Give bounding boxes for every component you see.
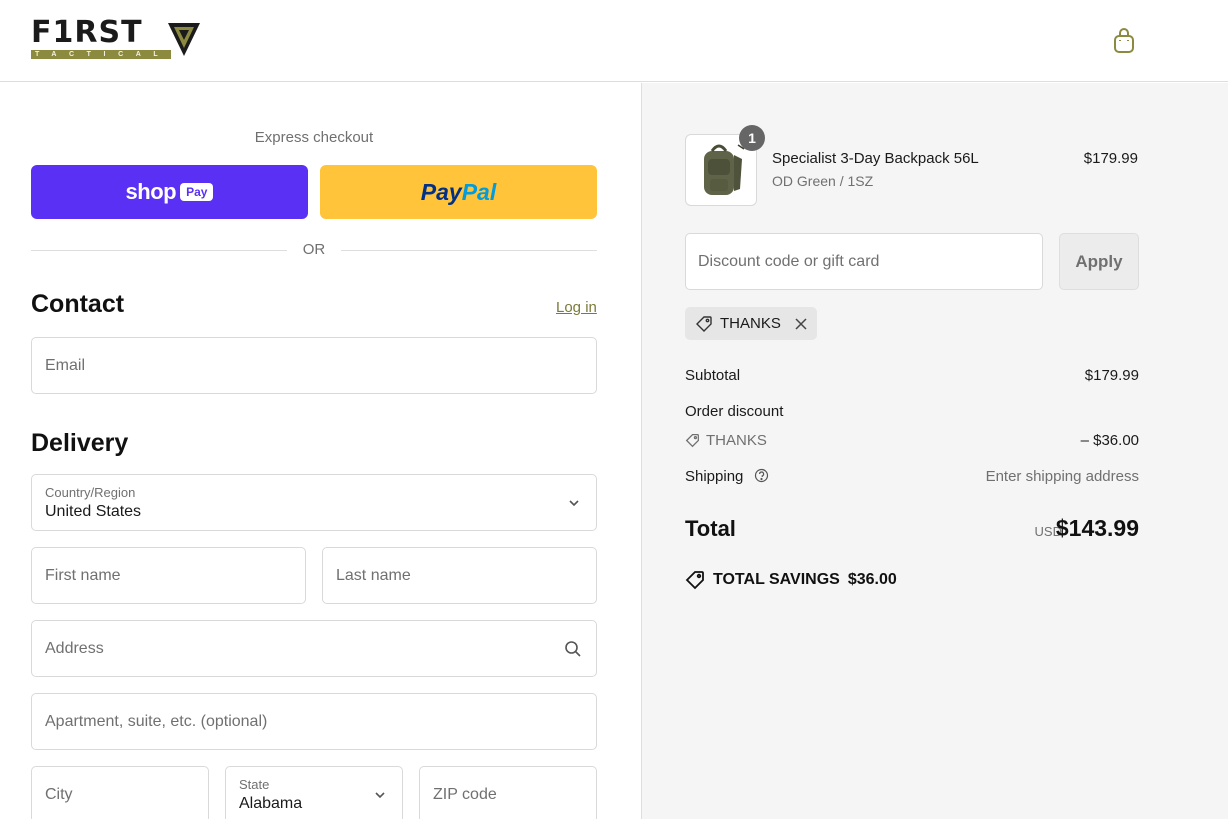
zip-field[interactable]: ZIP code bbox=[419, 766, 597, 819]
applied-discount-code: THANKS bbox=[720, 315, 781, 332]
tag-icon bbox=[696, 315, 712, 332]
paypal-word-pal: Pal bbox=[461, 178, 497, 205]
subtotal-label: Subtotal bbox=[685, 367, 741, 384]
discount-placeholder: Discount code or gift card bbox=[698, 252, 880, 270]
product-variant: OD Green / 1SZ bbox=[772, 173, 874, 189]
savings-tag-icon bbox=[685, 571, 704, 590]
tag-icon bbox=[685, 434, 699, 448]
total-savings: TOTAL SAVINGS $36.00 bbox=[685, 570, 897, 590]
remove-discount-icon[interactable] bbox=[794, 317, 808, 331]
product-price: $179.99 bbox=[1083, 150, 1138, 167]
shop-pay-word: shop bbox=[125, 179, 177, 204]
zip-placeholder: ZIP code bbox=[433, 785, 497, 803]
order-summary-pane: 1 Specialist 3-Day Backpack 56L OD Green… bbox=[641, 83, 1228, 819]
shop-pay-pill: Pay bbox=[180, 183, 214, 201]
logo-tagline: TACTICAL bbox=[35, 51, 171, 58]
last-name-field[interactable]: Last name bbox=[322, 547, 597, 604]
site-header: F1RST TACTICAL bbox=[0, 0, 1228, 82]
city-field[interactable]: City bbox=[31, 766, 209, 819]
total-label: Total bbox=[685, 516, 736, 541]
city-placeholder: City bbox=[45, 785, 73, 803]
savings-value: $36.00 bbox=[847, 571, 897, 588]
apply-discount-button[interactable]: Apply bbox=[1059, 233, 1139, 290]
email-field[interactable]: Email bbox=[31, 337, 597, 394]
country-value: United States bbox=[45, 503, 142, 520]
logo-wordmark: F1RST bbox=[31, 15, 143, 50]
address-placeholder: Address bbox=[45, 639, 104, 657]
email-placeholder: Email bbox=[45, 356, 86, 374]
first-name-field[interactable]: First name bbox=[31, 547, 306, 604]
state-value: Alabama bbox=[239, 795, 303, 812]
paypal-button[interactable]: Pay Pal bbox=[320, 165, 597, 219]
address-field[interactable]: Address bbox=[31, 620, 597, 677]
state-label: State bbox=[239, 777, 270, 792]
order-discount-label: Order discount bbox=[685, 403, 784, 420]
express-checkout-label: Express checkout bbox=[254, 129, 374, 146]
contact-heading: Contact bbox=[31, 290, 125, 318]
chevron-down-icon bbox=[375, 791, 385, 798]
country-select[interactable]: Country/Region United States bbox=[31, 474, 597, 531]
paypal-word-pay: Pay bbox=[420, 178, 462, 205]
country-label: Country/Region bbox=[45, 485, 136, 500]
brand-logo[interactable]: F1RST TACTICAL bbox=[31, 17, 203, 61]
chevron-down-icon bbox=[569, 499, 579, 506]
logo-emblem-icon bbox=[168, 23, 200, 56]
shipping-label: Shipping bbox=[685, 468, 744, 485]
state-select[interactable]: State Alabama bbox=[225, 766, 403, 819]
quantity-badge: 1 bbox=[739, 125, 765, 151]
login-link[interactable]: Log in bbox=[556, 299, 597, 316]
shipping-row-label: Shipping bbox=[685, 468, 769, 485]
search-icon[interactable] bbox=[564, 640, 582, 658]
or-divider-text: OR bbox=[302, 241, 326, 258]
apartment-field[interactable]: Apartment, suite, etc. (optional) bbox=[31, 693, 597, 750]
discount-code-input[interactable]: Discount code or gift card bbox=[685, 233, 1043, 290]
savings-label: TOTAL SAVINGS bbox=[713, 571, 840, 588]
order-discount-code: THANKS bbox=[685, 432, 767, 449]
or-divider-left bbox=[31, 250, 287, 251]
total-value: $143.99 bbox=[1055, 515, 1139, 541]
delivery-heading: Delivery bbox=[31, 429, 129, 457]
shipping-value: Enter shipping address bbox=[985, 468, 1139, 485]
last-name-placeholder: Last name bbox=[336, 566, 411, 584]
checkout-form-pane: Express checkout shop Pay Pay Pal OR Cont… bbox=[0, 83, 641, 819]
applied-discount-chip: THANKS bbox=[685, 307, 817, 340]
shopping-bag-icon[interactable] bbox=[1111, 27, 1137, 55]
order-discount-code-text: THANKS bbox=[706, 432, 767, 449]
product-name: Specialist 3-Day Backpack 56L bbox=[772, 150, 979, 167]
subtotal-value: $179.99 bbox=[1084, 367, 1139, 384]
shop-pay-button[interactable]: shop Pay bbox=[31, 165, 308, 219]
order-discount-value: – $36.00 bbox=[1080, 432, 1139, 449]
apartment-placeholder: Apartment, suite, etc. (optional) bbox=[45, 712, 268, 730]
first-name-placeholder: First name bbox=[45, 566, 121, 584]
or-divider-right bbox=[341, 250, 597, 251]
help-icon[interactable] bbox=[754, 468, 769, 483]
